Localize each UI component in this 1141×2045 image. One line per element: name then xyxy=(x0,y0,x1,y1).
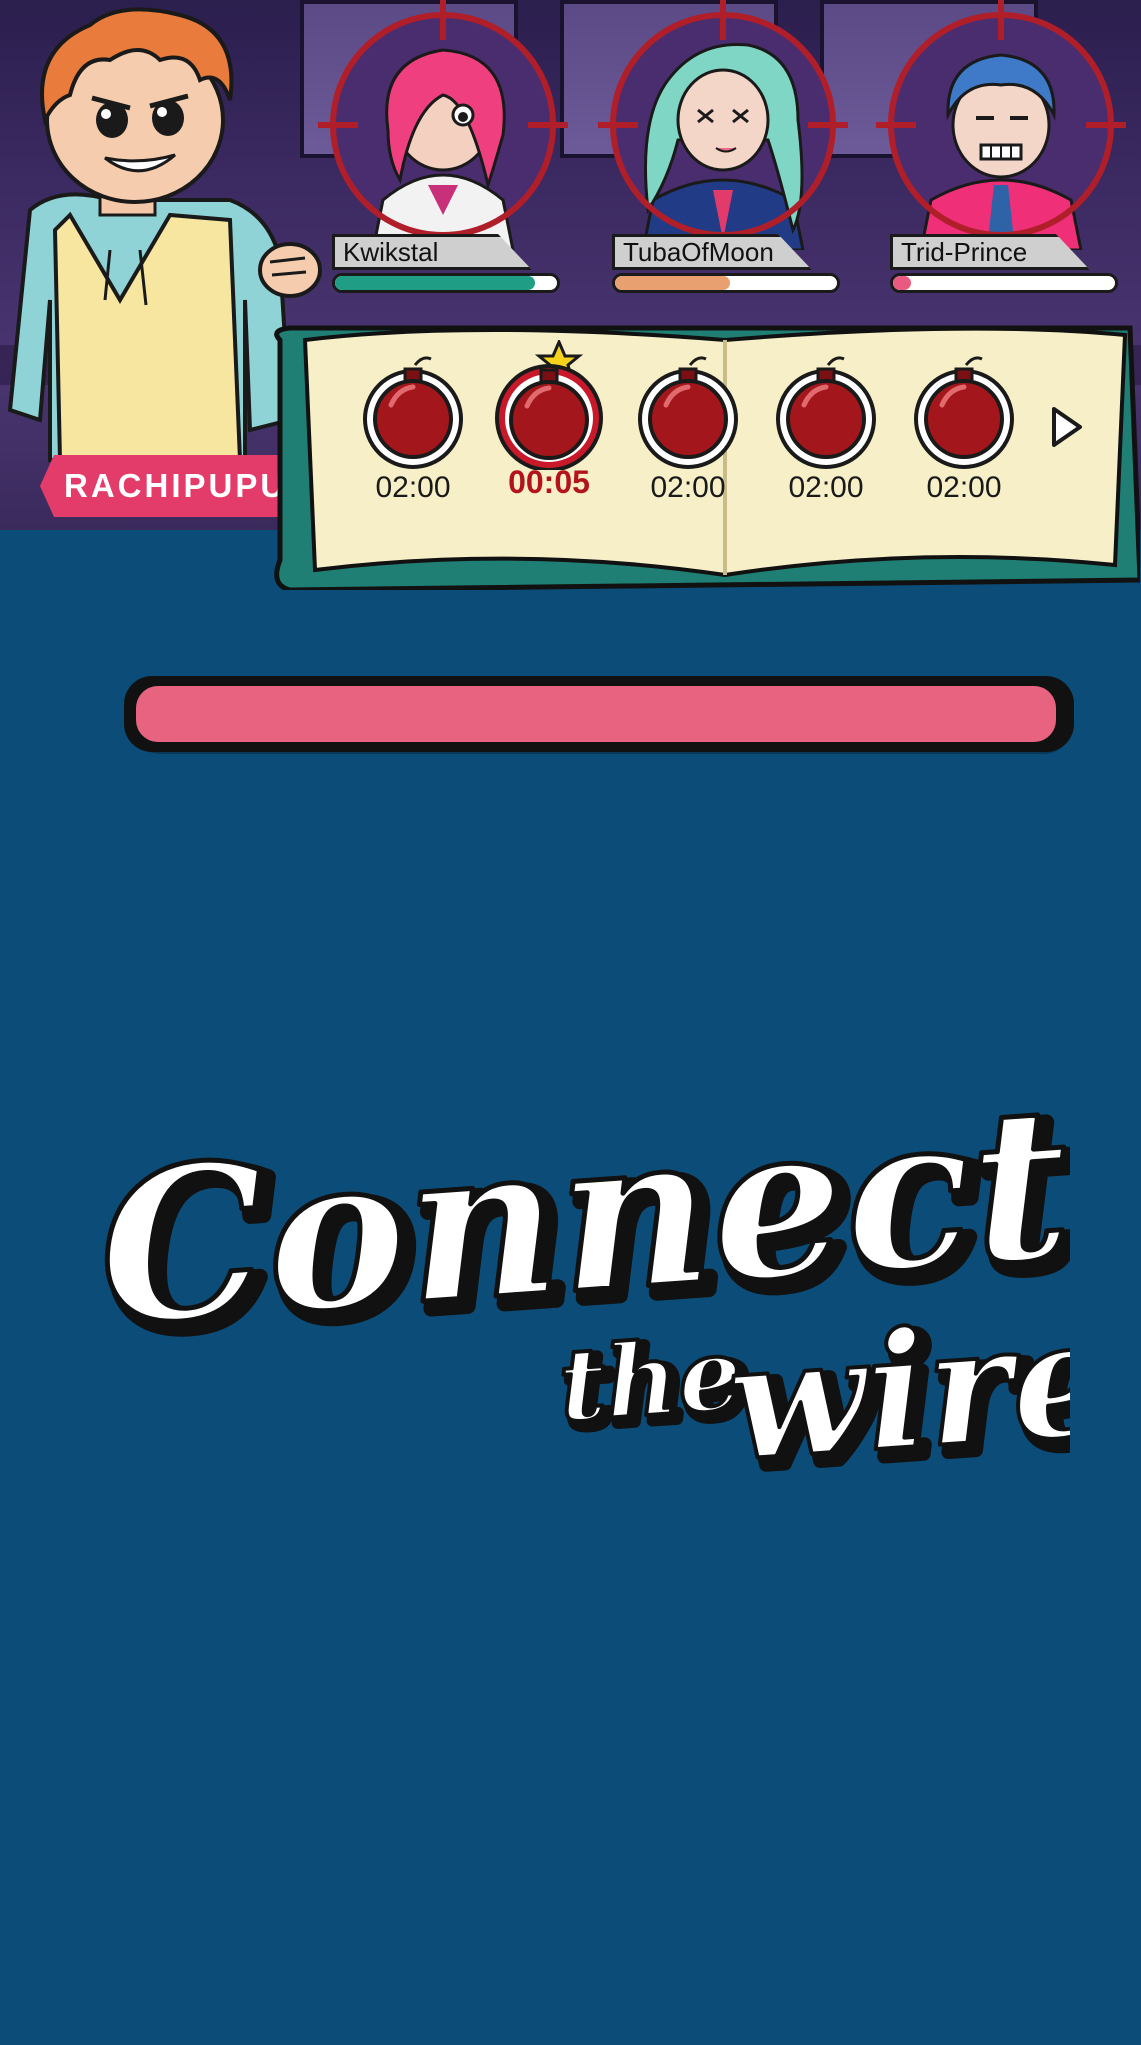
opponent-portrait xyxy=(876,0,1126,250)
bomb-slot-4[interactable]: 02:00 xyxy=(766,347,886,517)
opponent-card-trid-prince[interactable]: Trid-Prince xyxy=(876,0,1126,300)
bomb-icon xyxy=(363,356,463,469)
bomb-timer: 02:00 xyxy=(788,471,864,504)
bomb-slot-1[interactable]: 02:00 xyxy=(353,347,473,517)
task-progress-bar xyxy=(124,676,1074,754)
bomb-icon xyxy=(495,340,603,470)
bomb-icon xyxy=(776,356,876,469)
task-progress-fill xyxy=(136,686,1056,742)
opponent-health-bar xyxy=(332,273,560,293)
title-line2b: wire xyxy=(722,1283,1070,1497)
bomb-slot-2[interactable]: 00:05 xyxy=(489,340,609,510)
opponent-portrait xyxy=(598,0,848,250)
bomb-slot-5[interactable]: 02:00 xyxy=(904,347,1024,517)
bomb-icon xyxy=(638,356,738,469)
chevron-right-icon[interactable] xyxy=(1050,405,1086,449)
bomb-timer: 02:00 xyxy=(650,471,726,504)
bomb-timer-active: 00:05 xyxy=(508,464,590,500)
opponent-health-fill xyxy=(335,276,535,290)
opponent-health-fill xyxy=(893,276,911,290)
game-title: Connect Connect the the wire wire xyxy=(90,1057,1070,1510)
bomb-timer: 02:00 xyxy=(926,471,1002,504)
opponent-health-bar xyxy=(612,273,840,293)
bomb-timer: 02:00 xyxy=(375,471,451,504)
opponent-name: TubaOfMoon xyxy=(612,234,812,270)
opponent-card-kwikstal[interactable]: Kwikstal xyxy=(318,0,568,300)
opponent-portrait xyxy=(318,0,568,250)
opponent-card-tubaofmoon[interactable]: TubaOfMoon xyxy=(598,0,848,300)
opponent-name: Trid-Prince xyxy=(890,234,1090,270)
title-line2a: the xyxy=(555,1314,745,1444)
bomb-icon xyxy=(914,356,1014,469)
opponent-health-bar xyxy=(890,273,1118,293)
bomb-slot-3[interactable]: 02:00 xyxy=(628,347,748,517)
opponent-health-fill xyxy=(615,276,731,290)
opponent-name: Kwikstal xyxy=(332,234,532,270)
